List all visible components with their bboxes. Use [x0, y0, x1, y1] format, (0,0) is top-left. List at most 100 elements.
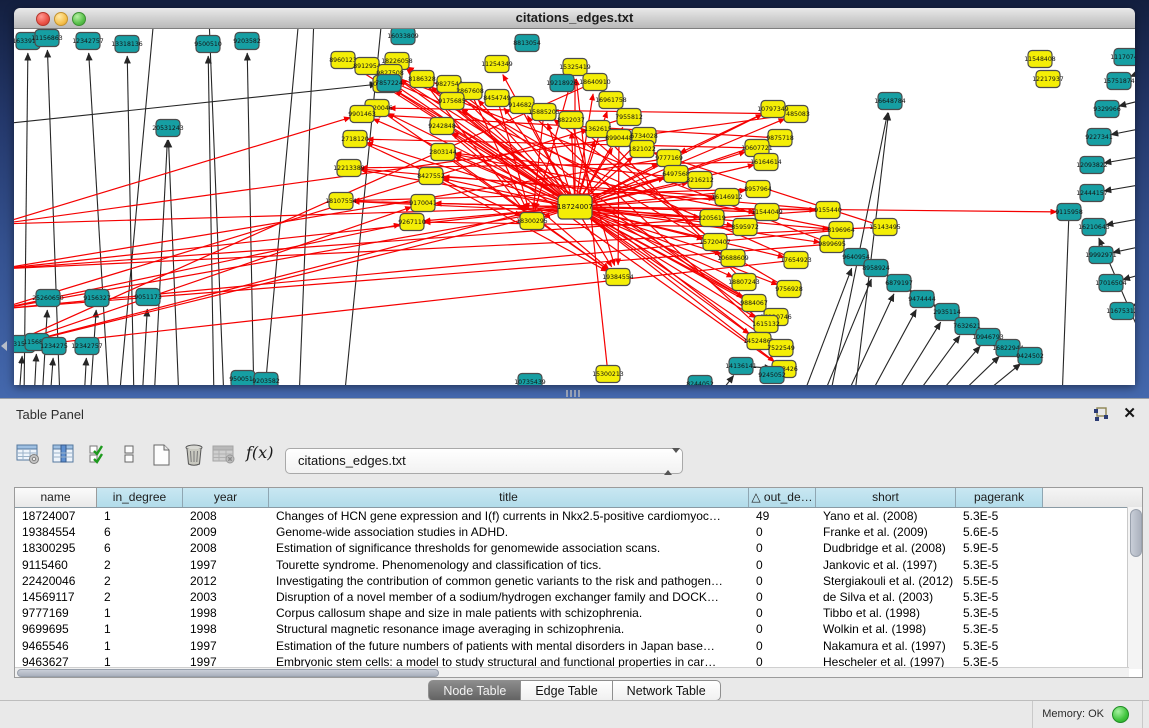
network-edge-black[interactable] [953, 356, 999, 385]
network-node-11548408[interactable]: 11548408 [1024, 51, 1056, 68]
network-node-16164614[interactable]: 16164614 [750, 154, 782, 171]
network-node-25260650[interactable]: 25260650 [32, 290, 64, 307]
network-edge-black[interactable] [1119, 101, 1135, 106]
network-node-18724007[interactable]: 18724007 [557, 195, 593, 219]
network-node-9329966[interactable]: 9329966 [1093, 101, 1121, 118]
network-node-7955812[interactable]: 7955812 [615, 109, 643, 126]
network-node-12444157[interactable]: 12444157 [1076, 185, 1108, 202]
delete-table-icon[interactable] [212, 443, 238, 469]
select-columns-icon[interactable] [88, 443, 114, 469]
network-node-9267110[interactable]: 9267110 [398, 214, 426, 231]
float-panel-icon[interactable] [1092, 406, 1109, 423]
network-node-16210643[interactable]: 16210643 [1078, 219, 1110, 236]
network-node-9875718[interactable]: 9875718 [766, 130, 794, 147]
column-header-name[interactable]: name [15, 488, 97, 507]
network-node-11156863[interactable]: 11156863 [31, 30, 63, 47]
network-node-12342757[interactable]: 12342757 [72, 33, 104, 50]
column-header-out_de[interactable]: △ out_de… [749, 488, 816, 507]
network-edge-red[interactable] [618, 138, 619, 265]
network-node-12342757[interactable]: 12342757 [71, 338, 103, 355]
network-node-19384554[interactable]: 19384554 [602, 269, 634, 286]
network-edge-black[interactable] [975, 364, 1021, 385]
network-node-9115958[interactable]: 9115958 [1055, 204, 1083, 221]
network-node-2205619[interactable]: 2205619 [698, 210, 726, 227]
table-row[interactable]: 977716911998Corpus callosum shape and si… [15, 605, 1142, 621]
network-node-11675312[interactable]: 11675312 [1106, 303, 1135, 320]
network-edge-red[interactable] [14, 207, 575, 349]
row-height-icon[interactable] [122, 443, 148, 469]
network-node-12213389[interactable]: 12213389 [333, 160, 365, 177]
column-header-in_degree[interactable]: in_degree [97, 488, 183, 507]
network-node-8822037[interactable]: 8822037 [557, 112, 585, 129]
network-node-16648784[interactable]: 16648784 [874, 93, 906, 110]
create-column-icon[interactable] [150, 443, 176, 469]
tab-node-table[interactable]: Node Table [428, 680, 521, 701]
network-edge-black[interactable] [1062, 212, 1069, 385]
network-node-8454749[interactable]: 8454749 [483, 90, 511, 107]
network-node-18107554[interactable]: 18107554 [325, 193, 357, 210]
network-edge-black[interactable] [1111, 129, 1135, 135]
network-node-10797349[interactable]: 10797349 [757, 101, 789, 118]
table-row[interactable]: 1872400712008Changes of HCN gene express… [15, 508, 1142, 524]
network-node-9245052[interactable]: 9245052 [758, 367, 786, 384]
network-edge-black[interactable] [933, 346, 980, 385]
network-edge-black[interactable] [14, 84, 377, 124]
network-node-10688609[interactable]: 10688609 [717, 250, 749, 267]
network-node-15720407[interactable]: 15720407 [699, 234, 731, 251]
column-header-title[interactable]: title [269, 488, 749, 507]
network-node-15751874[interactable]: 15751874 [1103, 73, 1135, 90]
network-node-9051173[interactable]: 9051173 [134, 289, 162, 306]
network-edge-black[interactable] [264, 29, 299, 385]
network-edge-black[interactable] [50, 358, 53, 385]
network-node-19218926[interactable]: 19218926 [546, 75, 578, 92]
network-edge-black[interactable] [299, 29, 314, 385]
network-node-8958924[interactable]: 8958924 [862, 260, 890, 277]
network-edge-red[interactable] [14, 117, 351, 224]
network-edge-black[interactable] [821, 279, 871, 385]
column-header-pagerank[interactable]: pagerank [956, 488, 1043, 507]
network-node-16033809[interactable]: 16033809 [387, 29, 419, 45]
panel-resize-grip[interactable] [566, 390, 582, 397]
network-node-19992971[interactable]: 19992971 [1085, 247, 1117, 264]
network-node-9155440[interactable]: 9155440 [814, 202, 842, 219]
network-edge-red[interactable] [455, 154, 841, 230]
network-node-9424502[interactable]: 9424502 [1016, 348, 1044, 365]
network-node-12217937[interactable]: 12217937 [1032, 71, 1064, 88]
network-node-8427552[interactable]: 8427552 [417, 168, 445, 185]
network-node-13318136[interactable]: 13318136 [111, 36, 143, 53]
window-titlebar[interactable]: citations_edges.txt [14, 8, 1135, 29]
network-node-9500510[interactable]: 9500510 [194, 36, 222, 53]
network-node-8244052[interactable]: 8244052 [686, 376, 714, 386]
network-node-8990448[interactable]: 8990448 [605, 130, 633, 147]
delete-column-icon[interactable] [182, 443, 208, 469]
network-node-18807243[interactable]: 18807243 [728, 274, 760, 291]
network-node-15143495[interactable]: 15143495 [869, 219, 901, 236]
table-row[interactable]: 969969511998Structural magnetic resonanc… [15, 621, 1142, 637]
network-edge-black[interactable] [1104, 185, 1135, 191]
network-node-17654923[interactable]: 17654923 [780, 252, 812, 269]
network-node-1234275[interactable]: 1234275 [40, 338, 68, 355]
network-edge-black[interactable] [84, 358, 86, 385]
tab-network-table[interactable]: Network Table [613, 680, 721, 701]
network-node-8186328[interactable]: 8186328 [408, 71, 436, 88]
network-node-9170041[interactable]: 9170041 [409, 195, 437, 212]
network-edge-black[interactable] [714, 376, 734, 385]
network-node-10735439[interactable]: 10735439 [514, 374, 546, 386]
vertical-scrollbar[interactable] [1127, 507, 1142, 669]
network-node-7857224[interactable]: 7857224 [375, 75, 403, 92]
network-node-12093822[interactable]: 12093822 [1076, 157, 1108, 174]
network-node-20531243[interactable]: 20531243 [152, 120, 184, 137]
table-row[interactable]: 911546021997Tourette syndrome. Phenomeno… [15, 557, 1142, 573]
network-edge-black[interactable] [1104, 157, 1135, 163]
network-node-14136141[interactable]: 14136141 [725, 358, 757, 375]
network-edge-black[interactable] [34, 354, 36, 385]
network-node-9203582[interactable]: 9203582 [252, 373, 280, 386]
function-builder-icon[interactable]: f(x) [246, 443, 272, 469]
network-node-15885205[interactable]: 15885205 [528, 104, 560, 121]
network-edge-black[interactable] [844, 294, 894, 385]
network-node-9242848[interactable]: 9242848 [428, 118, 456, 135]
network-node-3216212[interactable]: 3216212 [686, 172, 714, 189]
column-header-year[interactable]: year [183, 488, 269, 507]
network-node-15300213[interactable]: 15300213 [592, 366, 624, 383]
network-node-7522549[interactable]: 7522549 [767, 340, 795, 357]
